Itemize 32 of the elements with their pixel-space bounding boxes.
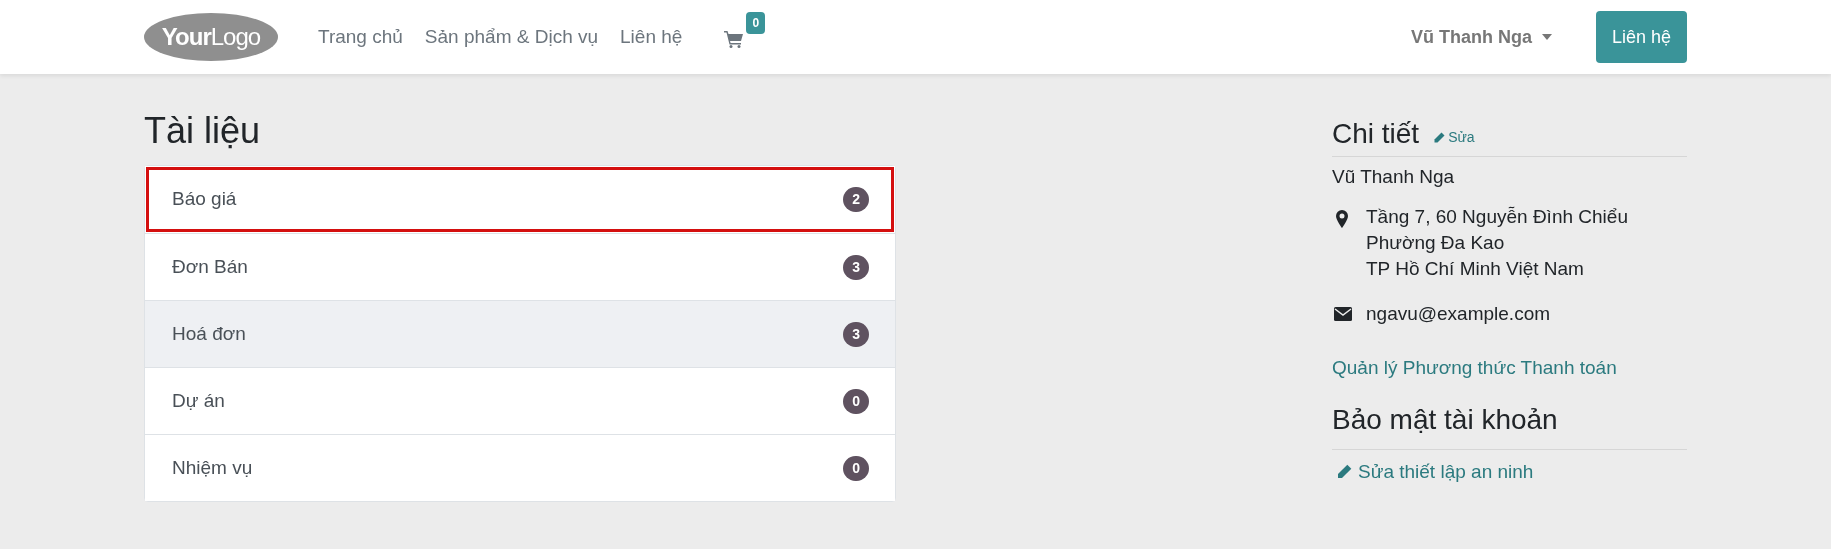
security-settings-link[interactable]: Sửa thiết lập an ninh [1336,457,1687,486]
cart-icon[interactable] [724,30,745,48]
nav-link[interactable]: Liên hệ [620,22,683,52]
cart-count: 0 [746,12,766,34]
pencil-icon [1433,131,1446,144]
security-title: Bảo mật tài khoản [1332,398,1687,450]
address-line: Phường Đa Kao [1366,230,1506,255]
nav-link[interactable]: Sản phẩm & Dịch vụ [424,22,599,52]
count-badge: 3 [843,321,869,347]
details-title: Chi tiết [1332,120,1420,148]
caret-icon [1541,34,1552,40]
pencil-icon [1336,463,1352,480]
count-badge: 3 [843,254,869,280]
payment-methods-link[interactable]: Quản lý Phương thức Thanh toán [1332,354,1687,383]
count-badge: 0 [843,388,869,414]
email: ngavu@example.com [1366,301,1551,326]
user-menu[interactable]: Vũ Thanh Nga [1410,23,1552,51]
envelope-icon [1334,306,1352,321]
nav-link[interactable]: Trang chủ [318,22,403,52]
contact-button[interactable]: Liên hệ [1595,11,1687,63]
count-badge: 0 [843,455,869,481]
section-title: Tài liệu [144,109,262,153]
address-line: Tầng 7, 60 Nguyễn Đình Chiểu [1366,204,1628,229]
count-badge: 2 [843,187,869,212]
document-list-item[interactable]: Nhiệm vụ 0 [145,434,895,501]
customer-name: Vũ Thanh Nga [1332,165,1456,189]
address-line: TP Hồ Chí Minh Việt Nam [1366,256,1585,281]
location-pin-icon [1336,209,1348,228]
edit-link[interactable]: Sửa [1433,127,1475,148]
logo[interactable]: YourLogo [144,13,278,61]
document-list-item[interactable]: Báo giá 2 [145,166,895,233]
document-list-item[interactable]: Hoá đơn 3 [145,300,895,367]
